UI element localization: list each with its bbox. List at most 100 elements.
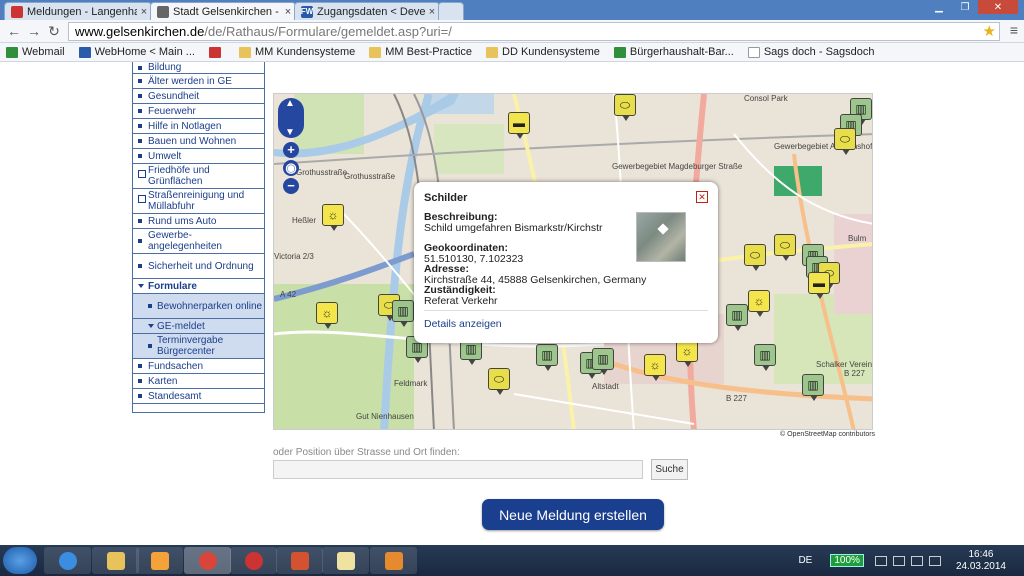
bookmark-icon [747, 46, 760, 58]
forward-arrow-icon[interactable]: → [24, 23, 44, 39]
taskbar-chrome-icon[interactable] [184, 547, 231, 574]
tab-zugangsdaten[interactable]: FW Zugangsdaten < Develop × [294, 2, 440, 20]
bookmark-item[interactable] [208, 46, 225, 58]
bin-marker-icon[interactable]: ▥ [592, 348, 614, 375]
nav-item[interactable]: Bewohnerparken online [133, 294, 264, 319]
nav-item[interactable]: Bauen und Wohnen [133, 134, 264, 149]
nav-item[interactable]: Bildung [133, 62, 264, 74]
bulb-marker-icon[interactable]: ☼ [644, 354, 666, 381]
position-search-input[interactable] [273, 460, 643, 479]
nav-item[interactable]: Rund ums Auto [133, 214, 264, 229]
pan-control[interactable] [278, 98, 304, 138]
nav-item[interactable]: Umwelt [133, 149, 264, 164]
new-tab-button[interactable] [438, 2, 464, 20]
bin-marker-icon[interactable]: ▥ [802, 374, 824, 401]
battery-indicator[interactable]: 100% [830, 554, 864, 567]
tab-gelsenkirchen[interactable]: Stadt Gelsenkirchen - GE- × [150, 2, 296, 20]
sign-marker-icon[interactable]: ⬭ [774, 234, 796, 261]
back-arrow-icon[interactable]: ← [4, 23, 24, 39]
bin-marker-icon[interactable]: ▥ [536, 344, 558, 371]
browser-menu-icon[interactable]: ≡ [1010, 22, 1018, 38]
bookmark-item[interactable]: WebHome < Main ... [78, 46, 195, 58]
tray-icon[interactable] [874, 555, 887, 566]
bin-marker-icon[interactable]: ▥ [726, 304, 748, 331]
sign-marker-icon[interactable]: ⬭ [488, 368, 510, 395]
taskbar-powerpoint-icon[interactable] [276, 547, 323, 574]
taskbar-app-icon[interactable] [230, 547, 277, 574]
bookmark-item[interactable]: Webmail [6, 46, 65, 58]
taskbar-ie-icon[interactable] [44, 547, 91, 574]
bulb-marker-icon[interactable]: ☼ [748, 290, 770, 317]
nav-item[interactable]: Feuerwehr [133, 104, 264, 119]
maximize-icon[interactable]: ❐ [952, 0, 978, 14]
nav-item[interactable]: Standesamt [133, 389, 264, 404]
bookmark-item[interactable]: MM Kundensysteme [238, 46, 355, 58]
bulb-marker-icon[interactable]: ☼ [322, 204, 344, 231]
position-search-label: oder Position über Strasse und Ort finde… [273, 447, 460, 458]
search-button[interactable]: Suche [651, 459, 688, 480]
bookmark-item[interactable]: Bürgerhaushalt-Bar... [613, 46, 734, 58]
close-tab-icon[interactable]: × [137, 6, 151, 18]
tray-icon[interactable] [892, 555, 905, 566]
bookmark-icon [208, 46, 221, 58]
tab-label: Zugangsdaten < Develop [317, 5, 425, 18]
close-tab-icon[interactable]: × [281, 6, 295, 18]
minimize-icon[interactable]: ▁ [926, 0, 952, 14]
volume-icon[interactable] [928, 555, 941, 566]
popup-title: Schilder [424, 192, 468, 204]
bulb-marker-icon[interactable]: ☼ [316, 302, 338, 329]
zoom-out-button[interactable]: − [283, 178, 299, 194]
bookmark-item[interactable]: DD Kundensysteme [486, 46, 600, 58]
nav-item[interactable]: Gewerbe-angelegenheiten [133, 229, 264, 254]
nav-item[interactable]: Sicherheit und Ordnung [133, 254, 264, 279]
tab-label: Stadt Gelsenkirchen - GE- [173, 5, 281, 18]
bin-marker-icon[interactable]: ▥ [754, 344, 776, 371]
sign-marker-icon[interactable]: ⬭ [614, 94, 636, 121]
start-button[interactable] [3, 547, 37, 574]
nav-item[interactable]: Hilfe in Notlagen [133, 119, 264, 134]
taskbar-notes-icon[interactable] [322, 547, 369, 574]
map-place-label: Heßler [292, 216, 317, 225]
taskbar-media-icon[interactable] [136, 547, 183, 574]
globe-icon[interactable]: ◉ [283, 160, 299, 176]
taskbar-tool-icon[interactable] [370, 547, 417, 574]
clock[interactable]: 16:46 24.03.2014 [956, 549, 1006, 573]
bookmark-label: WebHome < Main ... [94, 46, 195, 58]
description-label: Beschreibung: [424, 211, 498, 223]
tab-meldungen[interactable]: Meldungen - Langenhage × [4, 2, 152, 20]
zoom-in-button[interactable]: + [283, 142, 299, 158]
bookmark-item[interactable]: MM Best-Practice [369, 46, 472, 58]
map-place-label: Bulm [848, 234, 867, 243]
sign-marker-icon[interactable]: ⬭ [744, 244, 766, 271]
nav-item[interactable]: Straßenreinigung und Müllabfuhr [133, 189, 264, 214]
bookmark-icon [6, 46, 18, 58]
nav-item[interactable]: Älter werden in GE [133, 74, 264, 89]
report-photo-thumbnail[interactable] [636, 212, 686, 262]
network-icon[interactable] [910, 555, 923, 566]
close-tab-icon[interactable]: × [425, 6, 439, 18]
bulb-marker-icon[interactable]: ☼ [676, 340, 698, 367]
bin-marker-icon[interactable]: ▥ [392, 300, 414, 327]
nav-item[interactable]: Friedhöfe und Grünflächen [133, 164, 264, 189]
nav-item[interactable]: Gesundheit [133, 89, 264, 104]
responsibility-value: Referat Verkehr [424, 294, 498, 307]
language-indicator[interactable]: DE [798, 555, 812, 566]
nav-item[interactable]: Terminvergabe Bürgercenter [133, 334, 264, 359]
car-marker-icon[interactable]: ▬ [808, 272, 830, 299]
taskbar-explorer-icon[interactable] [92, 547, 139, 574]
car-marker-icon[interactable]: ▬ [508, 112, 530, 139]
window-close-icon[interactable]: ✕ [978, 0, 1018, 14]
address-bar[interactable]: www.gelsenkirchen.de/de/Rathaus/Formular… [68, 22, 1000, 41]
nav-item[interactable]: GE-meldet [133, 319, 264, 334]
nav-item[interactable]: Formulare [133, 279, 264, 294]
nav-item[interactable]: Karten [133, 374, 264, 389]
reload-icon[interactable]: ↻ [44, 23, 64, 40]
details-link[interactable]: Details anzeigen [424, 318, 502, 330]
popup-close-button[interactable]: ✕ [696, 191, 708, 203]
bookmark-star-icon[interactable]: ★ [983, 22, 996, 40]
sign-marker-icon[interactable]: ⬭ [834, 128, 856, 155]
create-report-button[interactable]: Neue Meldung erstellen [482, 499, 664, 530]
bookmark-item[interactable]: Sags doch - Sagsdoch [747, 46, 875, 58]
nav-item[interactable]: Fundsachen [133, 359, 264, 374]
map-place-label: Victoria 2/3 [274, 252, 314, 261]
